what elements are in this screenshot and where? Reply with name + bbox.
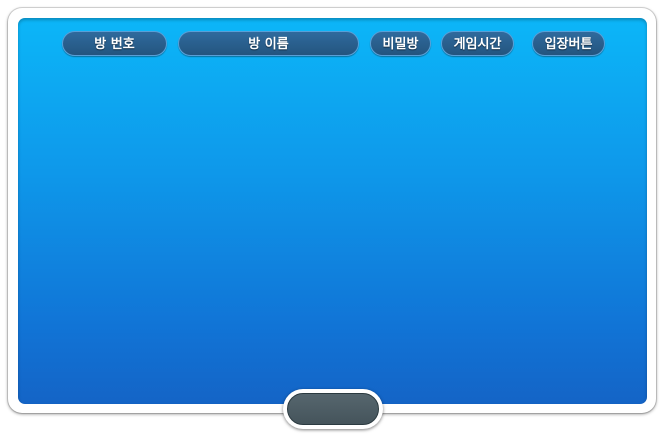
bottom-action-button[interactable]	[283, 389, 383, 429]
header-room-number: 방 번호	[62, 31, 167, 56]
room-list-area[interactable]	[52, 68, 612, 368]
header-enter-button: 입장버튼	[532, 31, 605, 56]
header-game-time: 게임시간	[441, 31, 514, 56]
header-secret-room: 비밀방	[370, 31, 431, 56]
header-room-name: 방 이름	[178, 31, 359, 56]
bottom-action-button-face[interactable]	[287, 393, 379, 425]
